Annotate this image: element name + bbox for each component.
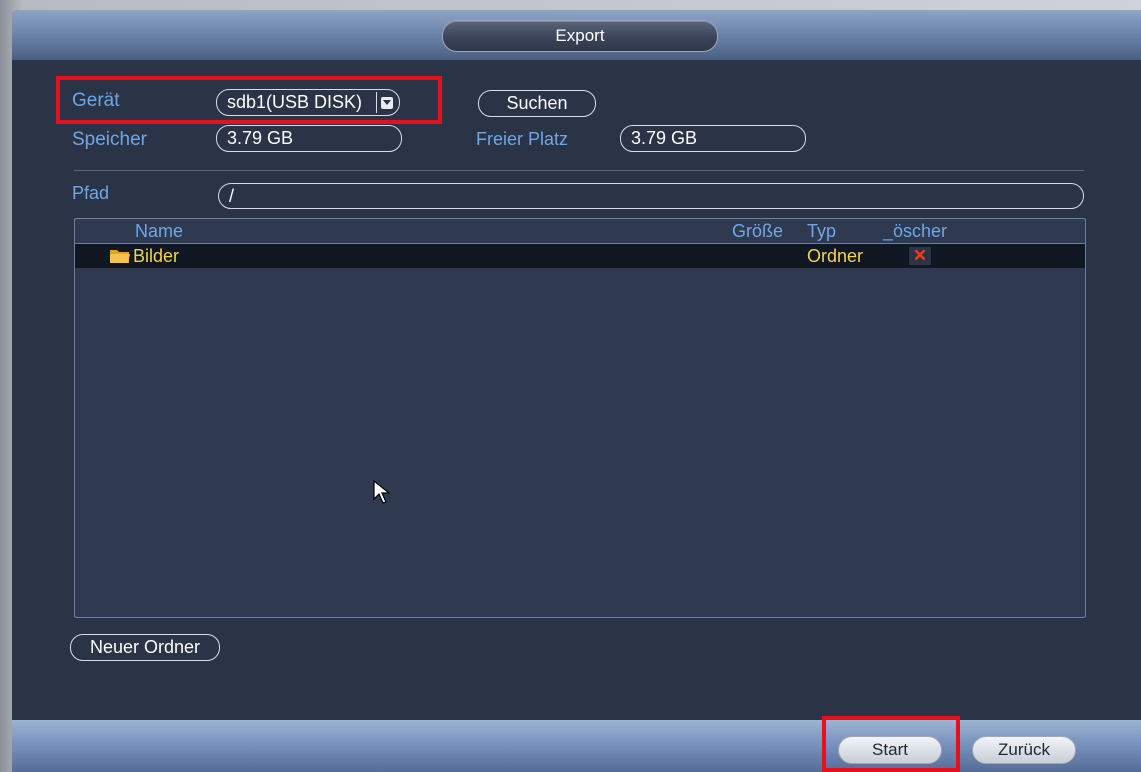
title-bar: Export <box>12 10 1141 60</box>
dialog-title: Export <box>442 20 718 52</box>
column-delete: _öscher <box>883 221 948 241</box>
screen: Export Gerät sdb1(USB DISK) Suchen Speic… <box>0 0 1141 772</box>
column-type[interactable]: Typ <box>807 221 836 242</box>
free-space-label: Freier Platz <box>476 129 569 149</box>
back-button[interactable]: Zurück <box>972 736 1076 764</box>
free-space-field: 3.79 GB <box>620 125 806 152</box>
capacity-field: 3.79 GB <box>216 125 402 152</box>
path-label: Pfad <box>72 183 110 203</box>
highlight-box-device <box>56 76 442 124</box>
file-list-header: Name Größe Typ _öscher <box>75 219 1085 244</box>
footer-bar: Start Zurück <box>12 720 1141 772</box>
close-icon[interactable]: ✕ <box>909 247 931 265</box>
path-field[interactable]: / <box>218 183 1084 209</box>
file-list: Name Größe Typ _öscher Bilder Ordner ✕ <box>74 218 1086 618</box>
column-size[interactable]: Größe <box>732 221 783 242</box>
highlight-box-start <box>822 716 960 772</box>
divider <box>74 170 1084 171</box>
search-button[interactable]: Suchen <box>478 90 596 117</box>
mouse-cursor-icon <box>373 480 391 504</box>
capacity-label: Speicher <box>72 129 147 150</box>
table-row[interactable]: Bilder Ordner ✕ <box>75 244 1085 268</box>
export-dialog: Export Gerät sdb1(USB DISK) Suchen Speic… <box>12 10 1141 772</box>
column-name[interactable]: Name <box>135 221 183 242</box>
file-name: Bilder <box>133 246 180 266</box>
folder-icon <box>110 250 130 263</box>
file-type: Ordner <box>807 246 864 266</box>
new-folder-button[interactable]: Neuer Ordner <box>70 634 220 661</box>
